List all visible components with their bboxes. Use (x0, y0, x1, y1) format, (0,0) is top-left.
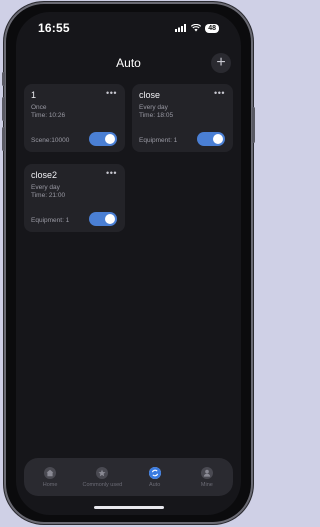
signal-icon (175, 24, 187, 32)
automation-card[interactable]: 1 ••• Once Time: 10:26 Scene:10000 (24, 84, 125, 152)
tab-label: Auto (148, 481, 161, 488)
tab-bar: Home Commonly used Auto Mine (24, 458, 233, 496)
battery-icon: 48 (205, 23, 219, 33)
tab-label: Mine (200, 481, 213, 488)
add-automation-button[interactable]: + (211, 53, 231, 73)
automation-detail: Scene:10000 (31, 137, 70, 144)
tab-home[interactable]: Home (26, 466, 74, 488)
battery-level: 48 (205, 23, 219, 33)
automation-time: Time: 21:00 (31, 192, 66, 199)
page-title: Auto (116, 56, 141, 70)
user-icon (200, 466, 213, 479)
more-options-icon[interactable]: ••• (106, 88, 117, 98)
power-button (252, 107, 255, 143)
automation-schedule: Every day (139, 104, 168, 111)
home-indicator[interactable] (94, 506, 164, 509)
tab-auto[interactable]: Auto (131, 466, 179, 488)
wifi-icon (191, 24, 202, 32)
automation-schedule: Every day (31, 184, 60, 191)
toggle-knob (105, 134, 115, 144)
home-icon (44, 466, 57, 479)
automation-toggle[interactable] (197, 132, 225, 146)
more-options-icon[interactable]: ••• (106, 168, 117, 178)
status-bar: 16:55 48 (16, 12, 241, 44)
automation-name: 1 (31, 90, 37, 100)
volume-down-button (2, 127, 5, 151)
tab-commonly-used[interactable]: Commonly used (78, 466, 126, 488)
silent-switch (2, 72, 5, 86)
status-time: 16:55 (38, 21, 70, 35)
automation-detail: Equipment: 1 (139, 137, 178, 144)
automation-toggle[interactable] (89, 132, 117, 146)
tab-label: Commonly used (82, 481, 123, 488)
automation-toggle[interactable] (89, 212, 117, 226)
star-icon (96, 466, 109, 479)
automation-detail: Equipment: 1 (31, 217, 70, 224)
screen: 16:55 48 Auto + 1 ••• Once Time: 10:26 S… (16, 12, 241, 515)
plus-icon: + (216, 54, 226, 71)
more-options-icon[interactable]: ••• (214, 88, 225, 98)
automation-name: close2 (31, 170, 58, 180)
page-header: Auto + (16, 50, 241, 76)
auto-icon (148, 466, 161, 479)
automation-time: Time: 18:05 (139, 112, 174, 119)
automation-card[interactable]: close ••• Every day Time: 18:05 Equipmen… (132, 84, 233, 152)
automation-schedule: Once (31, 104, 47, 111)
automation-name: close (139, 90, 161, 100)
automation-card[interactable]: close2 ••• Every day Time: 21:00 Equipme… (24, 164, 125, 232)
phone-frame: 16:55 48 Auto + 1 ••• Once Time: 10:26 S… (2, 2, 255, 524)
tab-mine[interactable]: Mine (183, 466, 231, 488)
automation-time: Time: 10:26 (31, 112, 66, 119)
status-icons: 48 (175, 23, 219, 33)
toggle-knob (105, 214, 115, 224)
toggle-knob (213, 134, 223, 144)
volume-up-button (2, 97, 5, 121)
tab-label: Home (42, 481, 58, 488)
